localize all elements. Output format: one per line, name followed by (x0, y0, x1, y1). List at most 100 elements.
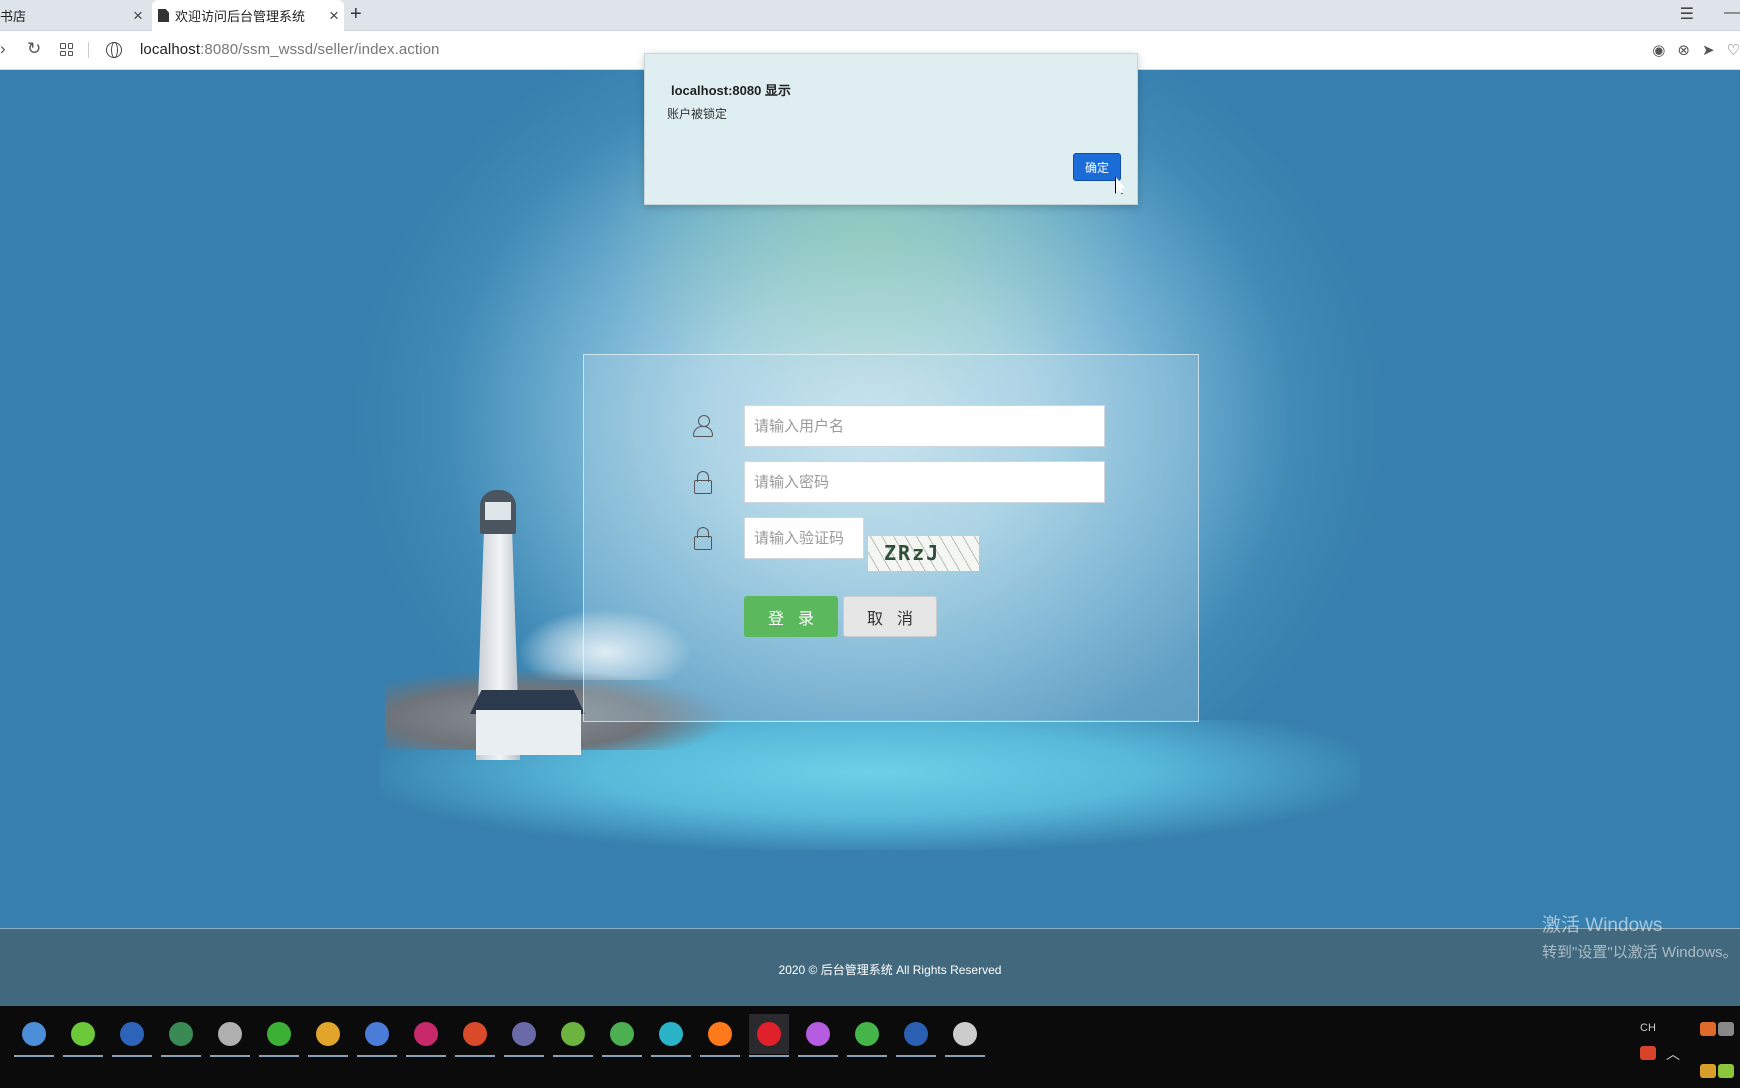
send-icon[interactable]: ➤ (1702, 41, 1715, 59)
spring-glyph-icon (561, 1022, 585, 1046)
eclipse-glyph-icon (120, 1022, 144, 1046)
green-app-glyph-icon (71, 1022, 95, 1046)
tools-glyph-icon (218, 1022, 242, 1046)
chat-icon[interactable] (847, 1014, 887, 1057)
browser-tab-bar: 书店 × 欢迎访问后台管理系统 × + ☰ — (0, 0, 1740, 31)
edge-icon[interactable] (651, 1014, 691, 1057)
captcha-input[interactable] (744, 517, 864, 559)
tab-title: 欢迎访问后台管理系统 (175, 9, 306, 24)
house-decoration (476, 710, 581, 755)
colorful-icon[interactable] (798, 1014, 838, 1057)
cancel-button[interactable]: 取消 (843, 596, 937, 637)
tray-app-icon[interactable] (1700, 1022, 1716, 1036)
running-indicator (602, 1055, 642, 1057)
reload-icon[interactable]: ↻ (27, 39, 41, 59)
running-indicator (308, 1055, 348, 1057)
system-tray: CH ︿ (1590, 1014, 1740, 1084)
spring-icon[interactable] (553, 1014, 593, 1057)
firefox-icon[interactable] (700, 1014, 740, 1057)
tab-bookstore[interactable]: 书店 × (0, 0, 148, 31)
opera-icon[interactable] (749, 1014, 789, 1057)
tab-title: 书店 (0, 9, 27, 24)
tab-admin-system[interactable]: 欢迎访问后台管理系统 × (152, 0, 344, 31)
intellij-glyph-icon (414, 1022, 438, 1046)
browser-globe-glyph-icon (22, 1022, 46, 1046)
running-indicator (210, 1055, 250, 1057)
running-indicator (700, 1055, 740, 1057)
tray-app-icon[interactable] (1718, 1064, 1734, 1078)
user-icon (692, 414, 714, 438)
login-button[interactable]: 登录 (744, 596, 838, 637)
editor-glyph-icon (953, 1022, 977, 1046)
close-icon[interactable]: × (324, 6, 344, 26)
activation-watermark: 激活 Windows 转到"设置"以激活 Windows。 (1542, 910, 1738, 962)
running-indicator (847, 1055, 887, 1057)
word-icon[interactable] (896, 1014, 936, 1057)
wechat-glyph-icon (267, 1022, 291, 1046)
window-controls: ☰ — (1680, 4, 1740, 24)
colorful-glyph-icon (806, 1022, 830, 1046)
eclipse-icon[interactable] (112, 1014, 152, 1057)
forward-icon[interactable]: › (0, 39, 6, 59)
tray-app-icon[interactable] (1718, 1022, 1734, 1036)
chrome-glyph-icon (316, 1022, 340, 1046)
browser-globe-icon[interactable] (14, 1014, 54, 1057)
copyright-text: 2020 © 后台管理系统 All Rights Reserved (778, 963, 1002, 977)
editor-icon[interactable] (945, 1014, 985, 1057)
username-input[interactable] (744, 405, 1105, 447)
chat-glyph-icon (855, 1022, 879, 1046)
tray-app-icon[interactable] (1640, 1046, 1656, 1060)
ok-button[interactable]: 确定 (1073, 153, 1121, 181)
running-indicator (553, 1055, 593, 1057)
game-glyph-icon (169, 1022, 193, 1046)
new-tab-icon[interactable]: + (350, 3, 362, 26)
running-indicator (798, 1055, 838, 1057)
lock-icon (692, 470, 714, 494)
running-indicator (455, 1055, 495, 1057)
input-language-indicator[interactable]: CH (1640, 1022, 1656, 1034)
url-text[interactable]: localhost:8080/ssm_wssd/seller/index.act… (140, 41, 439, 58)
leaf-icon[interactable] (602, 1014, 642, 1057)
captcha-image[interactable]: ZRzJ (868, 536, 979, 571)
url-host: localhost (140, 41, 201, 58)
block-icon[interactable]: ⊗ (1677, 41, 1690, 59)
intellij-icon[interactable] (406, 1014, 446, 1057)
green-app-icon[interactable] (63, 1014, 103, 1057)
document-icon (158, 9, 169, 22)
close-icon[interactable]: × (128, 6, 148, 26)
alert-title: localhost:8080 显示 (671, 83, 791, 98)
wechat-icon[interactable] (259, 1014, 299, 1057)
running-indicator (651, 1055, 691, 1057)
heart-icon[interactable]: ♡ (1727, 41, 1740, 59)
running-indicator (945, 1055, 985, 1057)
terminal-glyph-icon (512, 1022, 536, 1046)
camera-icon[interactable]: ◉ (1652, 41, 1665, 59)
opera-glyph-icon (757, 1022, 781, 1046)
terminal-icon[interactable] (504, 1014, 544, 1057)
tab-list-icon[interactable]: ☰ (1680, 4, 1694, 24)
alert-dialog: localhost:8080 显示 账户被锁定 确定 (644, 53, 1138, 205)
tray-app-icon[interactable] (1700, 1064, 1716, 1078)
chrome-icon[interactable] (308, 1014, 348, 1057)
game-icon[interactable] (161, 1014, 201, 1057)
chevron-up-icon[interactable]: ︿ (1666, 1044, 1680, 1064)
alert-message: 账户被锁定 (667, 107, 728, 121)
apps-icon[interactable] (60, 43, 73, 56)
leaf-glyph-icon (610, 1022, 634, 1046)
minimize-icon[interactable]: — (1724, 4, 1740, 24)
globe-icon[interactable] (106, 42, 122, 58)
tools-icon[interactable] (210, 1014, 250, 1057)
password-input[interactable] (744, 461, 1105, 503)
running-indicator (161, 1055, 201, 1057)
edge-glyph-icon (659, 1022, 683, 1046)
login-panel: ZRzJ 登录 取消 (583, 354, 1199, 722)
watermark-subtitle: 转到"设置"以激活 Windows。 (1542, 944, 1738, 961)
running-indicator (504, 1055, 544, 1057)
firefox-glyph-icon (708, 1022, 732, 1046)
java-icon[interactable] (455, 1014, 495, 1057)
chromium-icon[interactable] (357, 1014, 397, 1057)
word-glyph-icon (904, 1022, 928, 1046)
running-indicator (896, 1055, 936, 1057)
running-indicator (357, 1055, 397, 1057)
running-indicator (63, 1055, 103, 1057)
